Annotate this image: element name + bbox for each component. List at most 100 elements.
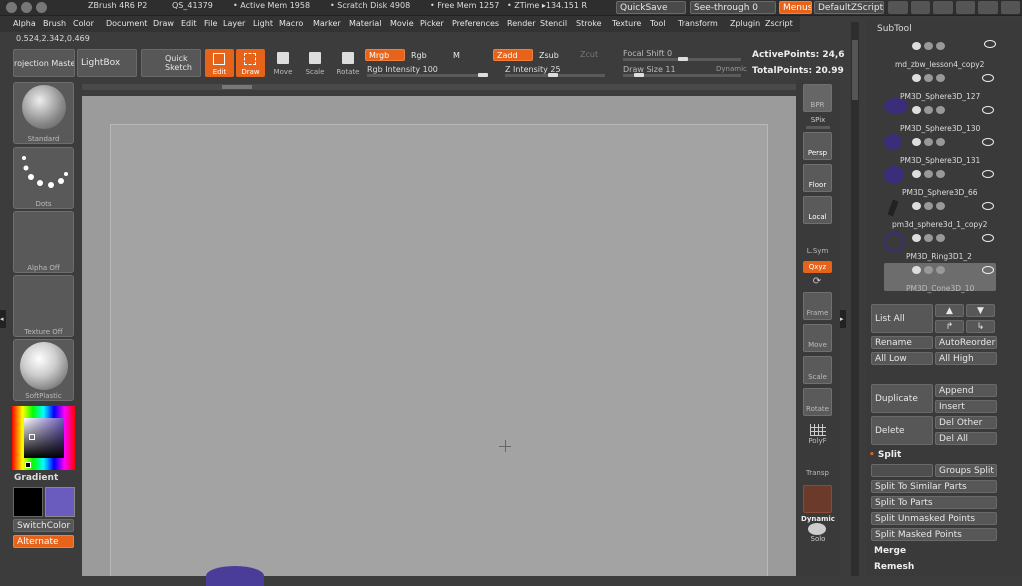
visibility-eye-icon[interactable] [982, 202, 994, 210]
split-hidden-button[interactable] [871, 464, 933, 477]
visibility-eye-icon[interactable] [982, 234, 994, 242]
append-button[interactable]: Append [935, 384, 997, 397]
menu-layer[interactable]: Layer [223, 19, 245, 28]
right-panel-scrollbar[interactable] [851, 22, 859, 576]
subtool-toggles-6[interactable] [912, 234, 948, 244]
menu-color[interactable]: Color [73, 19, 94, 28]
solo-button[interactable] [808, 523, 826, 535]
all-low-button[interactable]: All Low [871, 352, 933, 365]
z-intensity-knob[interactable] [548, 73, 558, 77]
menu-alpha[interactable]: Alpha [13, 19, 36, 28]
visibility-eye-icon[interactable] [982, 266, 994, 274]
visibility-eye-icon[interactable] [982, 74, 994, 82]
model-sphere[interactable] [206, 566, 264, 586]
rgb-intensity-knob[interactable] [478, 73, 488, 77]
mrgb-button[interactable]: Mrgb [365, 49, 405, 61]
split-masked-button[interactable]: Split Masked Points [871, 528, 997, 541]
menu-light[interactable]: Light [253, 19, 273, 28]
subtool-toggles-2[interactable] [912, 106, 948, 116]
split-to-parts-button[interactable]: Split To Parts [871, 496, 997, 509]
split-section-header[interactable]: • Split [869, 450, 901, 460]
draw-size-slider[interactable]: Draw Size 11 [623, 65, 676, 74]
rotate-view-button[interactable]: Rotate [803, 388, 832, 416]
subtool-toggles-7[interactable] [912, 266, 948, 276]
lightbox-button[interactable]: LightBox [77, 49, 137, 77]
menu-render[interactable]: Render [507, 19, 535, 28]
qxyz-button[interactable]: Qxyz [803, 261, 832, 273]
subtool-title[interactable]: SubTool [877, 24, 912, 34]
window-controls[interactable] [6, 2, 66, 13]
menu-stencil[interactable]: Stencil [540, 19, 567, 28]
duplicate-button[interactable]: Duplicate [871, 384, 933, 413]
visibility-eye-icon[interactable] [982, 138, 994, 146]
menu-transform[interactable]: Transform [678, 19, 718, 28]
document-canvas[interactable] [110, 124, 768, 576]
split-similar-parts-button[interactable]: Split To Similar Parts [871, 480, 997, 493]
left-tray-arrow[interactable]: ◂ [0, 310, 6, 328]
menu-file[interactable]: File [204, 19, 217, 28]
autoreorder-button[interactable]: AutoReorder [935, 336, 997, 349]
subtool-toggles-4[interactable] [912, 170, 948, 180]
move-down-folder-button[interactable]: ↳ [966, 320, 995, 333]
ghost-swatch[interactable] [803, 485, 832, 513]
visibility-eye-icon[interactable] [982, 170, 994, 178]
subtool-item-7[interactable]: PM3D_Cone3D_10 [906, 284, 974, 293]
scale-view-button[interactable]: Scale [803, 356, 832, 384]
menu-zscript[interactable]: Zscript [765, 19, 793, 28]
transp-button[interactable]: Transp [803, 452, 832, 480]
draw-size-knob[interactable] [634, 73, 644, 77]
menu-material[interactable]: Material [349, 19, 382, 28]
rgb-intensity-slider[interactable]: Rgb Intensity 100 [367, 65, 438, 74]
polyf-button[interactable]: PolyF [803, 420, 832, 448]
visibility-eye-icon[interactable] [982, 106, 994, 114]
menu-preferences[interactable]: Preferences [452, 19, 499, 28]
menus-button[interactable]: Menus [779, 1, 812, 14]
rotate-button[interactable]: Rotate [334, 49, 362, 77]
top-scroll-handle[interactable] [222, 85, 252, 89]
all-high-button[interactable]: All High [935, 352, 997, 365]
switchcolor-button[interactable]: SwitchColor [13, 519, 74, 532]
spix-label[interactable]: SPix [798, 116, 838, 124]
right-panel-scroll-thumb[interactable] [852, 40, 858, 100]
scale-button[interactable]: Scale [302, 49, 328, 77]
menu-draw[interactable]: Draw [153, 19, 174, 28]
subtool-item-3[interactable]: PM3D_Sphere3D_131 [900, 156, 980, 165]
window-buttons[interactable] [888, 1, 1020, 14]
subtool-item-5[interactable]: pm3d_sphere3d_1_copy2 [892, 220, 987, 229]
persp-button[interactable]: Persp [803, 132, 832, 160]
move-up-folder-button[interactable]: ↱ [935, 320, 964, 333]
projection-master-button[interactable]: Projection Master [13, 49, 75, 77]
material-softplastic-tile[interactable]: SoftPlastic [13, 339, 74, 401]
subtool-toggles-3[interactable] [912, 138, 948, 148]
insert-button[interactable]: Insert [935, 400, 997, 413]
zcut-button[interactable]: Zcut [580, 50, 598, 59]
zsub-button[interactable]: Zsub [535, 49, 575, 61]
menu-stroke[interactable]: Stroke [576, 19, 602, 28]
lsym-button[interactable]: L.Sym [803, 232, 832, 260]
bpr-button[interactable]: BPR [803, 84, 832, 112]
subtool-item-4[interactable]: PM3D_Sphere3D_66 [902, 188, 978, 197]
subtool-item-2[interactable]: PM3D_Sphere3D_130 [900, 124, 980, 133]
quick-sketch-button[interactable]: Quick Sketch [141, 49, 201, 77]
menu-zplugin[interactable]: Zplugin [730, 19, 760, 28]
menu-edit[interactable]: Edit [181, 19, 197, 28]
zadd-button[interactable]: Zadd [493, 49, 533, 61]
main-color-swatch[interactable] [13, 487, 43, 517]
subtool-toggles-5[interactable] [912, 202, 948, 212]
secondary-color-swatch[interactable] [45, 487, 75, 517]
draw-button[interactable]: Draw [236, 49, 265, 77]
move-up-button[interactable]: ▲ [935, 304, 964, 317]
focal-shift-knob[interactable] [678, 57, 688, 61]
right-tray-arrow[interactable]: ▸ [840, 310, 846, 328]
menu-tool[interactable]: Tool [650, 19, 666, 28]
brush-standard-tile[interactable]: Standard [13, 82, 74, 144]
menu-document[interactable]: Document [106, 19, 147, 28]
seethrough-slider[interactable]: See-through 0 [690, 1, 776, 14]
floor-button[interactable]: Floor [803, 164, 832, 192]
rotation-axis-icon[interactable]: ⟳ [810, 276, 824, 288]
color-picker[interactable] [12, 406, 75, 470]
subtool-toggles-0[interactable] [912, 42, 948, 52]
frame-button[interactable]: Frame [803, 292, 832, 320]
focal-shift-slider[interactable]: Focal Shift 0 [623, 49, 672, 58]
list-all-button[interactable]: List All [871, 304, 933, 333]
